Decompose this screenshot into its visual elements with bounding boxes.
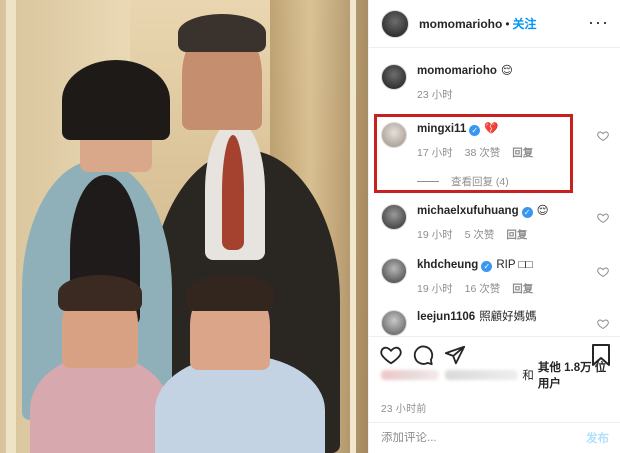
comment-body: michaelxufuhuang ✓ 😌 19 小时 5 次赞 回复 bbox=[417, 204, 613, 242]
header-separator: • bbox=[505, 16, 510, 31]
comments-list[interactable]: momomarioho 😌 23 小时 mingxi11 ✓ 💔 17 小时 38 次… bbox=[369, 48, 620, 336]
share-button[interactable] bbox=[443, 343, 467, 367]
comment-body: khdcheung ✓ RIP □□ 19 小时 16 次赞 回复 bbox=[417, 258, 613, 296]
more-icon[interactable]: ··· bbox=[588, 12, 609, 33]
blurred-username bbox=[444, 370, 519, 380]
post-side-panel: momomarioho • 关注 ··· momomarioho 😌 23 小时 … bbox=[368, 0, 620, 453]
verified-icon: ✓ bbox=[481, 261, 493, 272]
comment-text: 照顧好媽媽 bbox=[479, 311, 537, 323]
heart-icon bbox=[380, 346, 402, 364]
comment-text: 😌 bbox=[500, 65, 513, 77]
likes-summary: 和 其他 1.8万 位用户 bbox=[381, 362, 613, 390]
likes-and-text: 和 bbox=[522, 370, 534, 382]
post-author-username[interactable]: momomarioho bbox=[419, 17, 502, 31]
list-item: momomarioho 😌 23 小时 bbox=[381, 64, 613, 102]
avatar[interactable] bbox=[381, 310, 407, 336]
comment-meta: 19 小时 5 次赞 回复 bbox=[417, 227, 613, 242]
heart-icon[interactable] bbox=[597, 318, 611, 332]
reply-button[interactable]: 回复 bbox=[512, 281, 533, 296]
avatar[interactable] bbox=[381, 258, 407, 284]
list-item: michaelxufuhuang ✓ 😌 19 小时 5 次赞 回复 bbox=[381, 204, 613, 242]
comment-username[interactable]: michaelxufuhuang bbox=[417, 205, 519, 217]
comment-time[interactable]: 23 小时 bbox=[417, 87, 453, 102]
comment-likes[interactable]: 16 次赞 bbox=[465, 281, 501, 296]
comment-meta: 23 小时 bbox=[417, 87, 613, 102]
post-header: momomarioho • 关注 ··· bbox=[369, 0, 620, 48]
comment-meta: 19 小时 16 次赞 回复 bbox=[417, 281, 613, 296]
comment-username[interactable]: momomarioho bbox=[417, 65, 497, 77]
like-button[interactable] bbox=[379, 343, 403, 367]
add-comment-bar: 发布 bbox=[369, 422, 620, 453]
comment-body: momomarioho 😌 23 小时 bbox=[417, 64, 613, 102]
reply-button[interactable]: 回复 bbox=[506, 227, 527, 242]
comment-time[interactable]: 19 小时 bbox=[417, 227, 453, 242]
follow-button[interactable]: 关注 bbox=[513, 15, 537, 32]
list-item: leejun1106 照顧好媽媽 bbox=[381, 310, 613, 336]
avatar[interactable] bbox=[381, 9, 409, 38]
blurred-avatars bbox=[381, 370, 439, 380]
heart-icon[interactable] bbox=[597, 130, 611, 144]
comment-icon bbox=[413, 345, 434, 365]
post-timestamp[interactable]: 23 小时前 bbox=[381, 400, 427, 415]
comment-input[interactable] bbox=[381, 432, 586, 444]
comment-text: RIP □□ bbox=[496, 259, 533, 271]
highlight-annotation-box bbox=[374, 114, 573, 193]
share-icon bbox=[444, 345, 466, 364]
comment-body: leejun1106 照顧好媽媽 bbox=[417, 310, 613, 336]
comment-time[interactable]: 19 小时 bbox=[417, 281, 453, 296]
avatar[interactable] bbox=[381, 64, 407, 90]
comment-username[interactable]: khdcheung bbox=[417, 259, 478, 271]
likes-others-link[interactable]: 其他 1.8万 位用户 bbox=[538, 359, 613, 391]
post-comment-button[interactable]: 发布 bbox=[586, 430, 609, 446]
avatar[interactable] bbox=[381, 204, 407, 230]
comment-button[interactable] bbox=[411, 343, 435, 367]
comment-likes[interactable]: 5 次赞 bbox=[465, 227, 495, 242]
verified-icon: ✓ bbox=[521, 207, 533, 218]
heart-icon[interactable] bbox=[597, 212, 611, 226]
comment-text: 😌 bbox=[536, 205, 549, 217]
list-item: khdcheung ✓ RIP □□ 19 小时 16 次赞 回复 bbox=[381, 258, 613, 296]
heart-icon[interactable] bbox=[597, 266, 611, 280]
comment-username[interactable]: leejun1106 bbox=[417, 311, 475, 323]
photo-frame-border bbox=[6, 0, 356, 453]
post-photo bbox=[0, 0, 368, 453]
